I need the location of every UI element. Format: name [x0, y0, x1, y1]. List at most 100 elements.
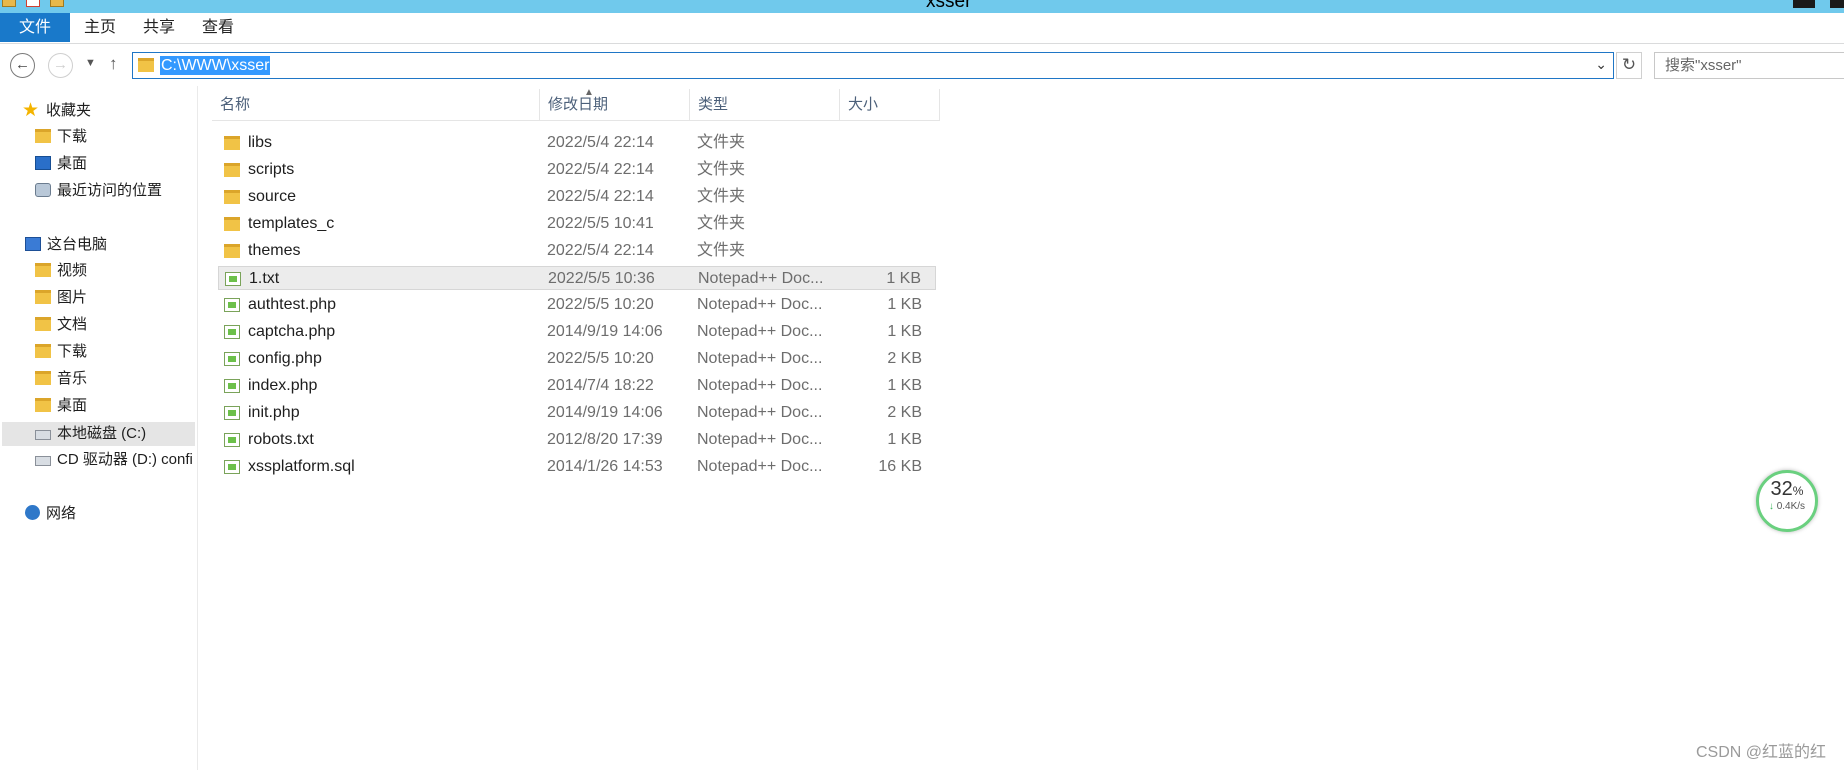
file-type: Notepad++ Doc... [697, 377, 823, 394]
file-size: 2 KB [887, 350, 922, 367]
refresh-button[interactable]: ↻ [1616, 52, 1642, 79]
file-type: 文件夹 [697, 134, 746, 151]
file-size: 16 KB [878, 458, 922, 475]
file-name: index.php [248, 377, 318, 394]
file-row[interactable]: index.php 2014/7/4 18:22 Notepad++ Doc... 1… [218, 374, 936, 398]
address-bar[interactable]: C:\WWW\xsser ⌄ [132, 52, 1614, 79]
file-type: 文件夹 [697, 161, 746, 178]
file-row[interactable]: robots.txt 2012/8/20 17:39 Notepad++ Doc..… [218, 428, 936, 452]
nav-pc-desktop[interactable]: 桌面 [35, 394, 87, 418]
up-arrow-icon[interactable]: ↑ [109, 54, 118, 74]
notepad-file-icon [225, 272, 241, 286]
nav-pc-music[interactable]: 音乐 [35, 367, 87, 391]
file-date: 2014/9/19 14:06 [547, 323, 663, 340]
column-date[interactable]: 修改日期 [540, 89, 690, 120]
file-size: 1 KB [887, 296, 922, 313]
back-button[interactable]: ← [10, 53, 35, 78]
nav-pc-downloads[interactable]: 下载 [35, 340, 87, 364]
videos-folder-icon [35, 263, 51, 277]
notepad-file-icon [224, 325, 240, 339]
notepad-file-icon [224, 460, 240, 474]
column-name[interactable]: 名称 [212, 89, 540, 120]
file-size: 1 KB [887, 431, 922, 448]
nav-favorites-desktop[interactable]: 桌面 [35, 152, 87, 176]
file-type: Notepad++ Doc... [697, 350, 823, 367]
search-input[interactable]: 搜索"xsser" [1654, 52, 1844, 79]
file-type: 文件夹 [697, 242, 746, 259]
maximize-button[interactable] [1830, 0, 1844, 8]
network-percent-unit: % [1792, 484, 1804, 498]
music-folder-icon [35, 371, 51, 385]
notepad-file-icon [224, 406, 240, 420]
file-size: 1 KB [886, 270, 921, 287]
nav-pc-pictures[interactable]: 图片 [35, 286, 87, 310]
forward-button[interactable]: → [48, 53, 73, 78]
tab-share[interactable]: 共享 [143, 13, 175, 42]
network-speed-widget[interactable]: 32% ↓ 0.4K/s [1756, 470, 1818, 532]
window-title: xsser [926, 0, 972, 12]
tab-view[interactable]: 查看 [202, 13, 234, 42]
file-name: themes [248, 242, 301, 259]
file-row[interactable]: authtest.php 2022/5/5 10:20 Notepad++ Doc.… [218, 293, 936, 317]
computer-icon [25, 237, 41, 251]
tab-file[interactable]: 文件 [0, 13, 70, 42]
folder-quick-icon[interactable] [2, 0, 16, 7]
nav-favorites-recent[interactable]: 最近访问的位置 [35, 179, 162, 203]
minimize-button[interactable] [1793, 0, 1815, 8]
file-date: 2022/5/4 22:14 [547, 161, 654, 178]
quick-access-toolbar [2, 0, 64, 7]
hard-drive-icon [35, 430, 51, 440]
file-row[interactable]: init.php 2014/9/19 14:06 Notepad++ Doc... 2… [218, 401, 936, 425]
file-date: 2022/5/4 22:14 [547, 242, 654, 259]
file-row[interactable]: config.php 2022/5/5 10:20 Notepad++ Doc...… [218, 347, 936, 371]
file-row[interactable]: 1.txt 2022/5/5 10:36 Notepad++ Doc... 1 KB [218, 266, 936, 290]
file-name: robots.txt [248, 431, 314, 448]
column-size[interactable]: 大小 [840, 89, 940, 120]
folder-icon [224, 190, 240, 204]
nav-pc-local-disk[interactable]: 本地磁盘 (C:) [2, 422, 195, 446]
new-folder-quick-icon[interactable] [50, 0, 64, 7]
watermark: CSDN @红蓝的红 [1695, 744, 1826, 761]
file-row[interactable]: themes 2022/5/4 22:14 文件夹 [218, 239, 936, 263]
nav-network[interactable]: 网络 [25, 502, 76, 526]
file-row[interactable]: xssplatform.sql 2014/1/26 14:53 Notepad++ … [218, 455, 936, 479]
network-percent: 32 [1770, 478, 1793, 500]
file-date: 2012/8/20 17:39 [547, 431, 663, 448]
file-type: 文件夹 [697, 215, 746, 232]
nav-pc-documents[interactable]: 文档 [35, 313, 87, 337]
notepad-file-icon [224, 352, 240, 366]
address-path[interactable]: C:\WWW\xsser [160, 56, 271, 75]
file-name: scripts [248, 161, 295, 178]
notepad-file-icon [224, 433, 240, 447]
file-date: 2014/7/4 18:22 [547, 377, 654, 394]
file-name: init.php [248, 404, 300, 421]
file-row[interactable]: libs 2022/5/4 22:14 文件夹 [218, 131, 936, 155]
file-type: Notepad++ Doc... [697, 431, 823, 448]
file-name: templates_c [248, 215, 335, 232]
file-row[interactable]: source 2022/5/4 22:14 文件夹 [218, 185, 936, 209]
file-row[interactable]: captcha.php 2014/9/19 14:06 Notepad++ Doc.… [218, 320, 936, 344]
recent-locations-chevron-icon[interactable]: ▼ [85, 57, 96, 69]
file-date: 2022/5/5 10:41 [547, 215, 654, 232]
nav-this-pc[interactable]: 这台电脑 [25, 233, 107, 257]
ribbon: 文件 主页 共享 查看 [0, 13, 1844, 44]
nav-pc-cd-drive[interactable]: CD 驱动器 (D:) confi [35, 448, 193, 472]
nav-favorites[interactable]: ★ 收藏夹 [22, 99, 91, 123]
file-date: 2022/5/4 22:14 [547, 188, 654, 205]
tab-home[interactable]: 主页 [84, 13, 116, 42]
file-row[interactable]: templates_c 2022/5/5 10:41 文件夹 [218, 212, 936, 236]
file-size: 1 KB [887, 377, 922, 394]
file-date: 2022/5/4 22:14 [547, 134, 654, 151]
notepad-file-icon [224, 298, 240, 312]
folder-icon [224, 163, 240, 177]
desktop-folder-icon [35, 398, 51, 412]
column-type[interactable]: 类型 [690, 89, 840, 120]
downloads-folder-icon [35, 344, 51, 358]
file-row[interactable]: scripts 2022/5/4 22:14 文件夹 [218, 158, 936, 182]
nav-favorites-downloads[interactable]: 下载 [35, 125, 87, 149]
navigation-pane: ★ 收藏夹 下载 桌面 最近访问的位置 这台电脑 视频 图片 文档 下载 音乐 桌… [0, 86, 198, 770]
nav-pc-videos[interactable]: 视频 [35, 259, 87, 283]
address-dropdown-chevron-icon[interactable]: ⌄ [1595, 56, 1607, 73]
properties-quick-icon[interactable] [26, 0, 40, 7]
file-type: Notepad++ Doc... [697, 296, 823, 313]
